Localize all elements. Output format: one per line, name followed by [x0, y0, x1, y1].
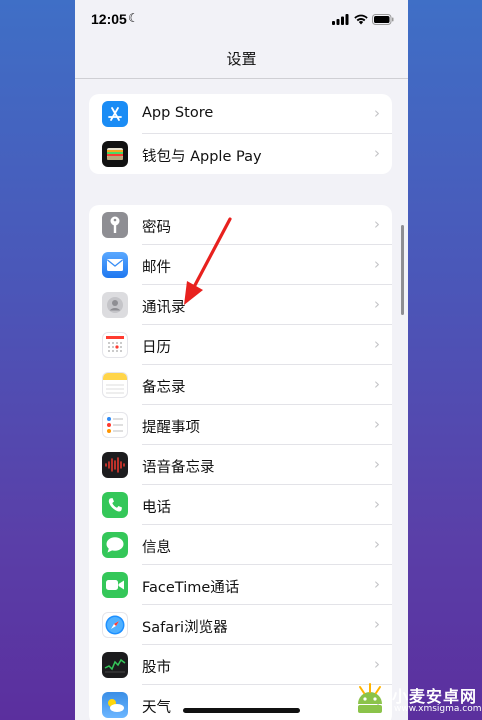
settings-row-weather[interactable]: 天气 › [89, 685, 392, 720]
calendar-icon [102, 332, 128, 358]
settings-row-stocks[interactable]: 股市 › [89, 645, 392, 685]
home-indicator[interactable] [183, 708, 300, 713]
chevron-right-icon: › [374, 215, 380, 233]
watermark-logo: 小麦安卓网 www.xmsigma.com [352, 678, 482, 718]
settings-row-contacts[interactable]: 通讯录 › [89, 285, 392, 325]
battery-icon [372, 14, 394, 25]
page-title: 设置 [226, 50, 257, 68]
settings-row-label: App Store [142, 105, 214, 121]
chevron-right-icon: › [374, 255, 380, 273]
cellular-signal-icon [332, 14, 349, 25]
status-time: 12:05 [91, 11, 127, 27]
nav-divider [75, 78, 408, 79]
wifi-icon [354, 14, 368, 25]
settings-group-apps: 密码 › 邮件 › 通讯录 › 日历 › 备忘录 › 提醒事项 › 语音备忘录 … [89, 205, 392, 720]
settings-row-passwords[interactable]: 密码 › [89, 205, 392, 245]
chevron-right-icon: › [374, 495, 380, 513]
chevron-right-icon: › [374, 144, 380, 162]
chevron-right-icon: › [374, 575, 380, 593]
app-store-icon [102, 101, 128, 127]
settings-row-voice-memos[interactable]: 语音备忘录 › [89, 445, 392, 485]
settings-row-label: 备忘录 [142, 380, 186, 396]
chevron-right-icon: › [374, 415, 380, 433]
contacts-icon [102, 292, 128, 318]
phone-screen: 12:05 ☾ 设置 App Store › 钱包与 Apple Pay › 密… [75, 0, 408, 720]
facetime-icon [102, 572, 128, 598]
phone-icon [102, 492, 128, 518]
chevron-right-icon: › [374, 535, 380, 553]
chevron-right-icon: › [374, 655, 380, 673]
settings-row-safari[interactable]: Safari浏览器 › [89, 605, 392, 645]
settings-row-wallet[interactable]: 钱包与 Apple Pay › [89, 134, 392, 174]
settings-row-label: 提醒事项 [142, 420, 200, 436]
settings-row-label: 日历 [142, 340, 171, 356]
settings-row-calendar[interactable]: 日历 › [89, 325, 392, 365]
settings-row-reminders[interactable]: 提醒事项 › [89, 405, 392, 445]
chevron-right-icon: › [374, 295, 380, 313]
settings-row-label: 信息 [142, 540, 171, 556]
safari-icon [102, 612, 128, 638]
settings-row-phone[interactable]: 电话 › [89, 485, 392, 525]
voice-memos-icon [102, 452, 128, 478]
chevron-right-icon: › [374, 375, 380, 393]
settings-row-messages[interactable]: 信息 › [89, 525, 392, 565]
chevron-right-icon: › [374, 104, 380, 122]
settings-row-label: 密码 [142, 220, 171, 236]
settings-row-label: Safari浏览器 [142, 620, 228, 636]
wallet-icon [102, 141, 128, 167]
settings-row-label: 电话 [142, 500, 171, 516]
chevron-right-icon: › [374, 615, 380, 633]
settings-row-label: 语音备忘录 [142, 460, 215, 476]
mail-icon [102, 252, 128, 278]
settings-row-label: 邮件 [142, 260, 171, 276]
settings-group-store: App Store › 钱包与 Apple Pay › [89, 94, 392, 174]
key-icon [102, 212, 128, 238]
settings-row-mail[interactable]: 邮件 › [89, 245, 392, 285]
settings-row-label: FaceTime通话 [142, 580, 240, 596]
notes-icon [102, 372, 128, 398]
settings-row-label: 天气 [142, 700, 171, 716]
chevron-right-icon: › [374, 335, 380, 353]
chevron-right-icon: › [374, 455, 380, 473]
weather-icon [102, 692, 128, 718]
reminders-icon [102, 412, 128, 438]
moon-icon: ☾ [128, 11, 139, 25]
watermark-url: www.xmsigma.com [394, 704, 482, 714]
settings-row-label: 股市 [142, 660, 171, 676]
android-logo-icon [358, 683, 382, 713]
messages-icon [102, 532, 128, 558]
settings-row-notes[interactable]: 备忘录 › [89, 365, 392, 405]
settings-row-label: 钱包与 Apple Pay [142, 149, 262, 165]
scroll-indicator[interactable] [401, 225, 404, 315]
settings-row-app-store[interactable]: App Store › [89, 94, 392, 134]
status-bar: 12:05 ☾ [75, 0, 408, 40]
settings-row-facetime[interactable]: FaceTime通话 › [89, 565, 392, 605]
annotation-arrow-icon [184, 217, 232, 305]
stocks-icon [102, 652, 128, 678]
